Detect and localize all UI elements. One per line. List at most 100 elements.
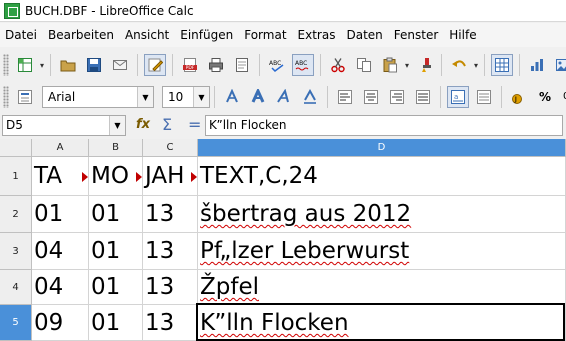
- chevron-down-icon[interactable]: ▼: [109, 116, 125, 135]
- print-preview-icon[interactable]: [231, 54, 253, 76]
- column-header-d[interactable]: D: [198, 139, 566, 157]
- paste-icon[interactable]: [379, 54, 401, 76]
- wrap-icon[interactable]: [473, 86, 495, 108]
- italic-icon[interactable]: [273, 86, 295, 108]
- row-header-2[interactable]: 2: [0, 196, 32, 233]
- menu-format[interactable]: Format: [239, 28, 292, 42]
- name-box[interactable]: D5 ▼: [2, 115, 126, 136]
- cell-b5[interactable]: 01: [89, 305, 143, 341]
- formula-input[interactable]: K”lln Flocken: [205, 115, 563, 136]
- undo-dropdown-icon[interactable]: ▾: [472, 61, 480, 70]
- new-icon[interactable]: [14, 54, 36, 76]
- calc-app-icon: [4, 2, 20, 19]
- row-header-1[interactable]: 1: [0, 157, 32, 196]
- percent-icon[interactable]: %: [534, 86, 556, 108]
- cell-a2[interactable]: 01: [32, 196, 89, 233]
- menu-daten[interactable]: Daten: [341, 28, 388, 42]
- menu-einfuegen[interactable]: Einfügen: [175, 28, 239, 42]
- cell-d2[interactable]: šbertrag aus 2012: [198, 196, 566, 233]
- row-header-4[interactable]: 4: [0, 270, 32, 305]
- function-wizard-icon[interactable]: fx: [136, 117, 150, 132]
- merge-icon[interactable]: a: [447, 86, 469, 108]
- cell-d3[interactable]: Pf„lzer Leberwurst: [198, 233, 566, 270]
- function-icon[interactable]: =: [188, 115, 201, 134]
- svg-text:PDF: PDF: [186, 65, 195, 71]
- cell-c3[interactable]: 13: [143, 233, 198, 270]
- menu-fenster[interactable]: Fenster: [389, 28, 445, 42]
- separator: [441, 54, 442, 76]
- cell-d5[interactable]: K”lln Flocken: [198, 305, 566, 341]
- align-center-icon[interactable]: [360, 86, 382, 108]
- bold-icon[interactable]: [247, 86, 269, 108]
- sum-icon[interactable]: Σ: [162, 115, 172, 134]
- export-pdf-icon[interactable]: PDF: [179, 54, 201, 76]
- row-header-5[interactable]: 5: [0, 305, 32, 341]
- save-icon[interactable]: [83, 54, 105, 76]
- menu-bearbeiten[interactable]: Bearbeiten: [43, 28, 120, 42]
- chevron-down-icon[interactable]: ▼: [137, 87, 153, 107]
- cell-a4[interactable]: 04: [32, 270, 89, 305]
- spreadsheet-grid[interactable]: A B C D 1 TA MO JAH TEXT,C,24 2 01 01 13…: [0, 139, 566, 341]
- select-all-corner[interactable]: [0, 139, 32, 157]
- edit-mode-icon[interactable]: [144, 54, 166, 76]
- underline-icon[interactable]: [299, 86, 321, 108]
- toolbar-grip[interactable]: [3, 54, 9, 76]
- cell-a1[interactable]: TA: [32, 157, 89, 196]
- cell-b3[interactable]: 01: [89, 233, 143, 270]
- cell-a5[interactable]: 09: [32, 305, 89, 341]
- cell-c5[interactable]: 13: [143, 305, 198, 341]
- column-header-c[interactable]: C: [143, 139, 198, 157]
- font-size-value: 10: [168, 90, 184, 104]
- align-left-icon[interactable]: [334, 86, 356, 108]
- cell-c1[interactable]: JAH: [143, 157, 198, 196]
- paste-dropdown-icon[interactable]: ▾: [403, 61, 411, 70]
- menu-datei[interactable]: Datei: [0, 28, 43, 42]
- font-size-combo[interactable]: 10 ▼: [162, 86, 210, 108]
- align-right-icon[interactable]: [386, 86, 408, 108]
- undo-icon[interactable]: [448, 54, 470, 76]
- svg-text:J: J: [514, 96, 518, 104]
- svg-text:ABC: ABC: [295, 60, 307, 67]
- font-color-icon[interactable]: [221, 86, 243, 108]
- email-icon[interactable]: [109, 54, 131, 76]
- separator: [259, 54, 260, 76]
- menu-extras[interactable]: Extras: [293, 28, 342, 42]
- spellcheck-icon[interactable]: ABC: [266, 54, 288, 76]
- chevron-down-icon[interactable]: ▼: [193, 87, 209, 107]
- cell-b4[interactable]: 01: [89, 270, 143, 305]
- column-header-b[interactable]: B: [89, 139, 143, 157]
- cell-d4[interactable]: Žpfel: [198, 270, 566, 305]
- cell-b2[interactable]: 01: [89, 196, 143, 233]
- separator: [501, 86, 502, 108]
- menu-bar: Datei Bearbeiten Ansicht Einfügen Format…: [0, 23, 566, 47]
- print-icon[interactable]: [205, 54, 227, 76]
- formula-bar: D5 ▼ fx Σ = K”lln Flocken: [0, 113, 566, 138]
- row-header-3[interactable]: 3: [0, 233, 32, 270]
- autospellcheck-icon[interactable]: ABC: [292, 54, 314, 76]
- cut-icon[interactable]: [327, 54, 349, 76]
- grid-icon[interactable]: [491, 54, 513, 76]
- text-overflow-marker-icon: [82, 172, 88, 182]
- font-name-combo[interactable]: Arial ▼: [42, 86, 154, 108]
- name-box-value: D5: [6, 118, 23, 132]
- menu-ansicht[interactable]: Ansicht: [120, 28, 175, 42]
- separator: [440, 86, 441, 108]
- clone-format-icon[interactable]: [413, 54, 435, 76]
- gallery-icon[interactable]: [552, 54, 566, 76]
- currency-icon[interactable]: J: [508, 86, 530, 108]
- justify-icon[interactable]: [412, 86, 434, 108]
- toolbar-grip[interactable]: [3, 86, 9, 108]
- column-header-a[interactable]: A: [32, 139, 89, 157]
- menu-hilfe[interactable]: Hilfe: [444, 28, 482, 42]
- decimal-icon[interactable]: 0.0: [560, 86, 566, 108]
- cell-b1[interactable]: MO: [89, 157, 143, 196]
- styles-icon[interactable]: [14, 86, 36, 108]
- copy-icon[interactable]: [353, 54, 375, 76]
- new-dropdown-icon[interactable]: ▾: [38, 61, 46, 70]
- cell-c2[interactable]: 13: [143, 196, 198, 233]
- cell-d1[interactable]: TEXT,C,24: [198, 157, 566, 196]
- navigator-icon[interactable]: [526, 54, 548, 76]
- open-icon[interactable]: [57, 54, 79, 76]
- cell-c4[interactable]: 13: [143, 270, 198, 305]
- cell-a3[interactable]: 04: [32, 233, 89, 270]
